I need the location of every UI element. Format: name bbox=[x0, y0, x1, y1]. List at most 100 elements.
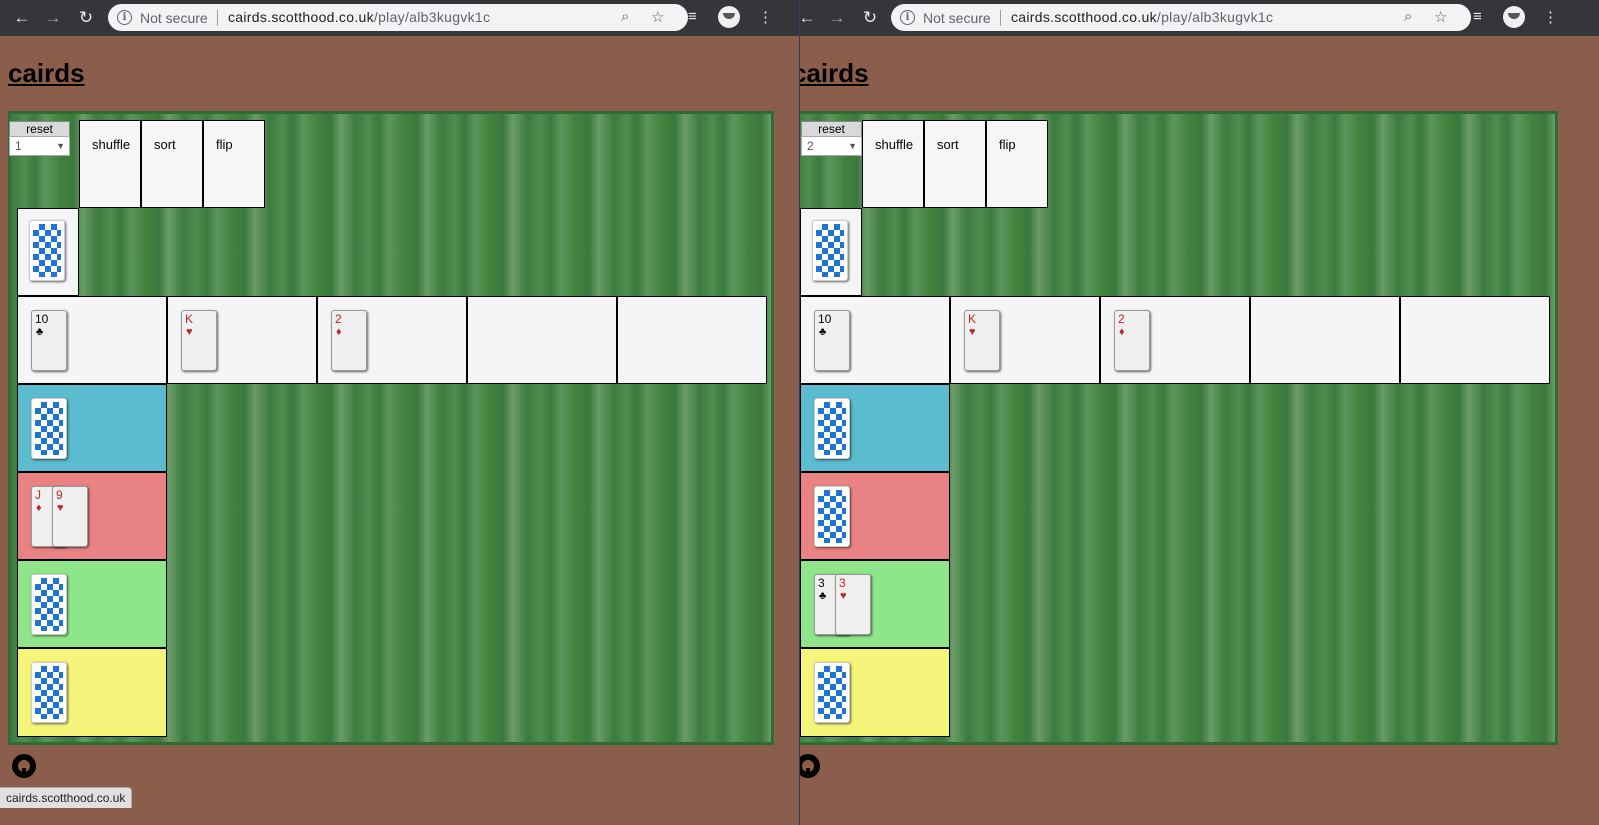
menu-kebab-icon[interactable]: ⋮ bbox=[1543, 8, 1558, 26]
hand-zone-green[interactable]: 3 ♣ 3 ♥ bbox=[800, 560, 950, 648]
diamond-suit-icon: ♦ bbox=[36, 502, 42, 514]
club-suit-icon: ♣ bbox=[819, 326, 827, 338]
zoom-icon[interactable]: ⌕ bbox=[1404, 8, 1412, 25]
profile-avatar-icon[interactable] bbox=[1503, 6, 1525, 28]
card-rank: 10 bbox=[35, 312, 49, 326]
pile-zone-5[interactable] bbox=[617, 296, 767, 384]
diamond-suit-icon: ♦ bbox=[336, 326, 342, 338]
forward-arrow-icon[interactable]: → bbox=[43, 8, 63, 28]
browser-window-left: ← → ↻ i Not secure cairds.scotthood.co.u… bbox=[0, 0, 799, 825]
playing-card[interactable]: K ♥ bbox=[181, 310, 217, 371]
pile-zone-1[interactable]: 10 ♣ bbox=[800, 296, 950, 384]
page-body: cairds reset 1 ▼ shuffle sort flip 10 ♣ K… bbox=[0, 36, 799, 825]
player-select[interactable]: 2 ▼ bbox=[801, 136, 862, 156]
address-bar[interactable]: i Not secure cairds.scotthood.co.uk/play… bbox=[108, 4, 688, 31]
url-path: /play/alb3kugvk1c bbox=[373, 9, 491, 25]
url-text[interactable]: cairds.scotthood.co.uk/play/alb3kugvk1c bbox=[1011, 9, 1273, 25]
reload-icon[interactable]: ↻ bbox=[76, 8, 96, 28]
playing-card[interactable]: 10 ♣ bbox=[814, 310, 850, 371]
hand-zone-blue[interactable] bbox=[17, 384, 167, 472]
back-arrow-icon[interactable]: ← bbox=[12, 8, 32, 28]
dropdown-arrow-icon: ▼ bbox=[56, 141, 65, 151]
diamond-suit-icon: ♦ bbox=[1119, 326, 1125, 338]
reset-button[interactable]: reset bbox=[801, 121, 862, 136]
pile-zone-4[interactable] bbox=[1250, 296, 1400, 384]
heart-suit-icon: ♥ bbox=[186, 326, 193, 338]
hand-zone-red[interactable]: J ♦ 9 ♥ bbox=[17, 472, 167, 560]
hand-card-back[interactable] bbox=[31, 574, 67, 635]
card-rank: 3 bbox=[839, 576, 846, 590]
menu-kebab-icon[interactable]: ⋮ bbox=[758, 8, 773, 26]
pile-zone-1[interactable]: 10 ♣ bbox=[17, 296, 167, 384]
club-suit-icon: ♣ bbox=[819, 590, 827, 602]
forward-arrow-icon[interactable]: → bbox=[827, 8, 847, 28]
card-rank: 2 bbox=[1118, 312, 1125, 326]
back-arrow-icon[interactable]: ← bbox=[800, 8, 817, 28]
playing-card[interactable]: 2 ♦ bbox=[331, 310, 367, 371]
github-icon[interactable] bbox=[800, 754, 820, 778]
flip-button[interactable]: flip bbox=[986, 120, 1048, 208]
deck-card-back[interactable] bbox=[29, 220, 65, 281]
hand-zone-red[interactable] bbox=[800, 472, 950, 560]
hand-zone-yellow[interactable] bbox=[800, 648, 950, 737]
shuffle-button[interactable]: shuffle bbox=[862, 120, 924, 208]
zoom-icon[interactable]: ⌕ bbox=[621, 8, 629, 25]
hand-card-back[interactable] bbox=[814, 398, 850, 459]
url-host: cairds.scotthood.co.uk bbox=[228, 9, 374, 25]
card-rank: 9 bbox=[56, 488, 63, 502]
playing-card[interactable]: 3 ♥ bbox=[835, 574, 871, 635]
url-host: cairds.scotthood.co.uk bbox=[1011, 9, 1157, 25]
heart-suit-icon: ♥ bbox=[57, 502, 64, 514]
page-title[interactable]: cairds bbox=[800, 58, 869, 89]
reset-button[interactable]: reset bbox=[9, 121, 70, 136]
browser-window-right: ← → ↻ i Not secure cairds.scotthood.co.u… bbox=[800, 0, 1599, 825]
hand-zone-green[interactable] bbox=[17, 560, 167, 648]
browser-toolbar: ← → ↻ i Not secure cairds.scotthood.co.u… bbox=[0, 0, 799, 36]
card-rank: J bbox=[35, 488, 41, 502]
pile-zone-3[interactable]: 2 ♦ bbox=[317, 296, 467, 384]
hand-card-back[interactable] bbox=[814, 486, 850, 547]
card-rank: K bbox=[185, 312, 194, 326]
playing-card[interactable]: 10 ♣ bbox=[31, 310, 67, 371]
browser-toolbar: ← → ↻ i Not secure cairds.scotthood.co.u… bbox=[800, 0, 1599, 36]
info-icon[interactable]: i bbox=[117, 10, 132, 25]
pile-zone-4[interactable] bbox=[467, 296, 617, 384]
url-path: /play/alb3kugvk1c bbox=[1156, 9, 1274, 25]
pile-zone-2[interactable]: K ♥ bbox=[167, 296, 317, 384]
sort-button[interactable]: sort bbox=[141, 120, 203, 208]
profile-avatar-icon[interactable] bbox=[718, 6, 740, 28]
deck-zone[interactable] bbox=[17, 208, 79, 296]
address-bar[interactable]: i Not secure cairds.scotthood.co.uk/play… bbox=[891, 4, 1471, 31]
shuffle-button[interactable]: shuffle bbox=[79, 120, 141, 208]
hand-card-back[interactable] bbox=[31, 398, 67, 459]
not-secure-label: Not secure bbox=[923, 10, 991, 26]
media-queue-icon[interactable]: ≡ bbox=[1473, 8, 1482, 25]
playing-card[interactable]: 2 ♦ bbox=[1114, 310, 1150, 371]
hand-card-back[interactable] bbox=[814, 662, 850, 723]
card-rank: 10 bbox=[818, 312, 832, 326]
url-text[interactable]: cairds.scotthood.co.uk/play/alb3kugvk1c bbox=[228, 9, 490, 25]
page-title[interactable]: cairds bbox=[8, 58, 85, 89]
info-icon[interactable]: i bbox=[900, 10, 915, 25]
playing-card[interactable]: K ♥ bbox=[964, 310, 1000, 371]
player-select[interactable]: 1 ▼ bbox=[9, 136, 70, 156]
pile-zone-5[interactable] bbox=[1400, 296, 1550, 384]
flip-button[interactable]: flip bbox=[203, 120, 265, 208]
deck-zone[interactable] bbox=[800, 208, 862, 296]
media-queue-icon[interactable]: ≡ bbox=[688, 8, 697, 25]
github-icon[interactable] bbox=[12, 754, 36, 778]
hand-zone-blue[interactable] bbox=[800, 384, 950, 472]
deck-card-back[interactable] bbox=[812, 220, 848, 281]
address-separator bbox=[1000, 10, 1001, 26]
reload-icon[interactable]: ↻ bbox=[860, 8, 880, 28]
sort-button[interactable]: sort bbox=[924, 120, 986, 208]
hand-card-back[interactable] bbox=[31, 662, 67, 723]
bookmark-star-icon[interactable]: ☆ bbox=[651, 8, 664, 26]
pile-zone-2[interactable]: K ♥ bbox=[950, 296, 1100, 384]
pile-zone-3[interactable]: 2 ♦ bbox=[1100, 296, 1250, 384]
card-rank: 2 bbox=[335, 312, 342, 326]
dropdown-arrow-icon: ▼ bbox=[848, 141, 857, 151]
hand-zone-yellow[interactable] bbox=[17, 648, 167, 737]
bookmark-star-icon[interactable]: ☆ bbox=[1434, 8, 1447, 26]
playing-card[interactable]: 9 ♥ bbox=[52, 486, 88, 547]
